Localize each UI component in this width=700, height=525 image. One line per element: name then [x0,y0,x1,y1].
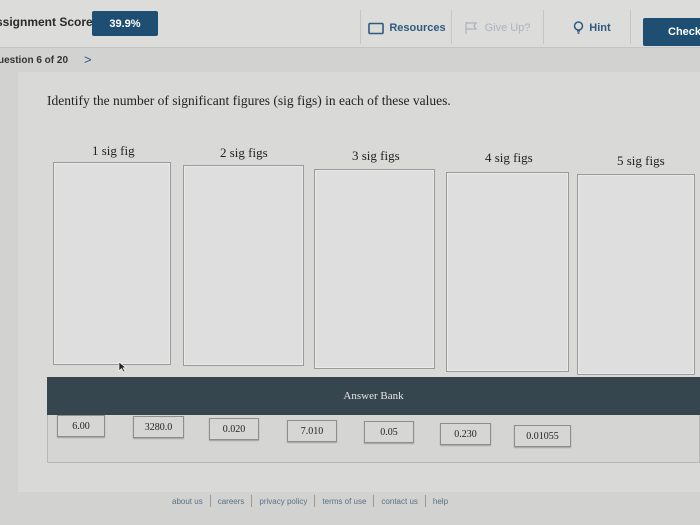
footer: about us careers privacy policy terms of… [165,494,495,508]
footer-link-help[interactable]: help [426,497,455,506]
answer-chip[interactable]: 7.010 [287,420,337,442]
assignment-score-value: 39.9% [92,11,158,36]
footer-link-careers[interactable]: careers [211,497,252,506]
assignment-score-label: ssignment Score: [0,15,97,29]
footer-link-terms[interactable]: terms of use [315,497,373,506]
answer-chip[interactable]: 0.020 [209,418,259,440]
resources-button[interactable]: Resources [364,13,450,43]
drop-zone-3-sig-figs[interactable] [314,169,435,369]
folder-icon [368,22,385,35]
toolbar-divider [630,10,631,44]
answer-chip[interactable]: 0.01055 [514,425,571,447]
answer-chip[interactable]: 0.230 [440,423,491,445]
check-answer-button[interactable]: Check [643,18,700,46]
footer-link-privacy[interactable]: privacy policy [252,497,314,506]
toolbar-divider [360,10,361,44]
give-up-button[interactable]: Give Up? [454,13,540,43]
give-up-label: Give Up? [484,22,531,34]
answer-chip[interactable]: 6.00 [57,415,105,437]
footer-link-about[interactable]: about us [165,497,210,506]
question-counter: uestion 6 of 20 [0,55,69,66]
drop-zone-1-sig-fig[interactable] [53,162,171,365]
category-heading-4: 4 sig figs [485,150,533,165]
drop-zone-2-sig-figs[interactable] [183,165,304,366]
category-heading-2: 2 sig figs [220,145,268,160]
toolbar-divider [451,10,452,44]
footer-link-contact[interactable]: contact us [374,497,424,506]
flag-icon [464,21,480,35]
toolbar-divider [543,10,544,44]
resources-label: Resources [389,22,446,34]
answer-chip[interactable]: 0.05 [364,421,414,443]
answer-chip[interactable]: 3280.0 [133,416,184,438]
category-heading-3: 3 sig figs [352,148,400,163]
category-heading-5: 5 sig figs [617,153,665,168]
hint-label: Hint [589,22,611,34]
answer-bank-header: Answer Bank [47,377,700,415]
lightbulb-icon [573,21,584,35]
drop-zone-5-sig-figs[interactable] [577,174,695,375]
question-prompt: Identify the number of significant figur… [47,93,451,108]
category-heading-1: 1 sig fig [92,143,135,158]
hint-button[interactable]: Hint [562,13,622,43]
drop-zone-4-sig-figs[interactable] [446,172,569,372]
mouse-pointer-icon [118,360,127,378]
top-bar: ssignment Score: 39.9% Resources Give Up… [0,0,700,48]
chevron-right-icon[interactable]: > [84,52,92,67]
